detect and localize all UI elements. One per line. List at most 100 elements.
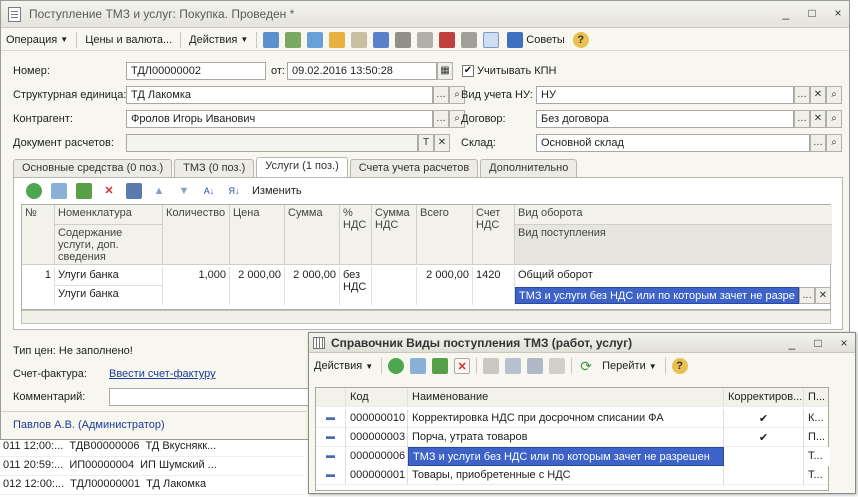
contract-search-icon[interactable]: ⌕ <box>826 110 842 128</box>
col-total[interactable]: Всего <box>417 205 473 265</box>
dialog-maximize-button[interactable]: □ <box>811 336 825 350</box>
back-icon[interactable] <box>263 31 280 48</box>
refresh-icon[interactable] <box>285 31 302 48</box>
receipt-select-button[interactable]: … <box>799 287 815 304</box>
sort-asc-icon[interactable]: А↓ <box>201 183 217 199</box>
help-icon[interactable]: ? <box>572 31 589 48</box>
comment-field[interactable] <box>109 388 309 406</box>
warehouse-select-button[interactable]: … <box>810 134 826 152</box>
delete-icon[interactable]: ✕ <box>101 183 117 199</box>
col-content[interactable]: Содержание услуги, доп. сведения <box>55 225 163 265</box>
cell-receipt[interactable]: ТМЗ и услуги без НДС или по которым заче… <box>515 287 799 304</box>
filter-off-icon[interactable] <box>549 358 566 374</box>
vat-checkbox[interactable]: ✔ <box>462 65 474 77</box>
contract-clear-icon[interactable]: ✕ <box>810 110 826 128</box>
edit-icon[interactable] <box>76 183 92 199</box>
advice-button[interactable]: Советы <box>502 30 569 50</box>
tab-additional[interactable]: Дополнительно <box>480 159 578 177</box>
tab-accounts[interactable]: Счета учета расчетов <box>349 159 479 177</box>
dt-kt-icon[interactable] <box>439 31 456 48</box>
dialog-actions-menu[interactable]: Действия ▼ <box>309 356 378 376</box>
col-vat-sum[interactable]: Сумма НДС <box>372 205 417 265</box>
goto-icon[interactable] <box>373 31 390 48</box>
print-icon[interactable] <box>351 31 368 48</box>
col-num[interactable]: № <box>22 205 55 265</box>
settlement-clear-icon[interactable]: ✕ <box>434 134 450 152</box>
minimize-button[interactable]: _ <box>779 6 793 20</box>
col-sum[interactable]: Сумма <box>285 205 340 265</box>
table-row[interactable]: ▬ 000000001 Товары, приобретенные с НДС … <box>316 466 828 485</box>
dialog-copy-icon[interactable] <box>410 358 427 374</box>
tax-select-button[interactable]: … <box>794 86 810 104</box>
contract-select-button[interactable]: … <box>794 110 810 128</box>
col-name[interactable]: Наименование <box>408 388 724 407</box>
dialog-edit-icon[interactable] <box>432 358 449 374</box>
col-receipt[interactable]: Вид поступления <box>515 225 832 265</box>
col-price[interactable]: Цена <box>230 205 285 265</box>
list-item[interactable]: 012 12:00:... ТДЛ00000001 ТД Лакомка <box>0 476 305 495</box>
col-qty[interactable]: Количество <box>163 205 230 265</box>
close-button[interactable]: × <box>831 6 845 20</box>
tax-field[interactable]: НУ <box>536 86 794 104</box>
col-nomenclature[interactable]: Номенклатура <box>55 205 163 225</box>
calendar-icon[interactable]: ▦ <box>437 62 453 80</box>
tax-search-icon[interactable]: ⌕ <box>826 86 842 104</box>
warehouse-search-icon[interactable]: ⌕ <box>826 134 842 152</box>
invoice-link[interactable]: Ввести счет-фактуру <box>109 368 216 380</box>
goto-menu[interactable]: Перейти ▼ <box>597 356 662 376</box>
col-vat-pct[interactable]: % НДС <box>340 205 372 265</box>
contract-field[interactable]: Без договора <box>536 110 794 128</box>
copy-row-icon[interactable] <box>51 183 67 199</box>
receipt-clear-icon[interactable]: ✕ <box>815 287 831 304</box>
actions-menu[interactable]: Действия ▼ <box>184 30 253 50</box>
text-format-icon[interactable] <box>483 31 500 48</box>
add-icon[interactable] <box>26 183 42 199</box>
list-item[interactable]: 011 12:00:... ТДВ00000006 ТД Вкуснякк... <box>0 438 305 457</box>
list-item[interactable]: 011 20:59:... ИП00000004 ИП Шумский ... <box>0 457 305 476</box>
col-code[interactable]: Код <box>346 388 408 407</box>
col-turnover[interactable]: Вид оборота <box>515 205 832 225</box>
dialog-minimize-button[interactable]: _ <box>785 336 799 350</box>
filter-list-icon[interactable] <box>527 358 544 374</box>
tab-services[interactable]: Услуги (1 поз.) <box>256 157 348 177</box>
report-icon[interactable] <box>461 31 478 48</box>
col-account[interactable]: Счет НДС <box>473 205 515 265</box>
horizontal-scrollbar[interactable] <box>21 310 831 324</box>
dialog-close-button[interactable]: × <box>837 336 851 350</box>
date-field[interactable]: 09.02.2016 13:50:28 <box>287 62 437 80</box>
table-row[interactable]: ▬ 000000003 Порча, утрата товаров ✔ П... <box>316 428 828 447</box>
warehouse-field[interactable]: Основной склад <box>536 134 810 152</box>
table-row-selected[interactable]: ▬ 000000006 ТМЗ и услуги без НДС или по … <box>316 447 830 466</box>
number-field[interactable]: ТДЛ00000002 <box>126 62 266 80</box>
col-p[interactable]: П... <box>804 388 830 407</box>
table-row[interactable]: ▬ 000000010 Корректировка НДС при досроч… <box>316 409 828 428</box>
operation-menu[interactable]: Операция ▼ <box>1 30 73 50</box>
copy-icon[interactable] <box>307 31 324 48</box>
unit-select-button[interactable]: … <box>433 86 449 104</box>
dialog-add-icon[interactable] <box>388 358 405 374</box>
tab-inventory[interactable]: ТМЗ (0 поз.) <box>174 159 255 177</box>
sort-desc-icon[interactable]: Я↓ <box>226 183 242 199</box>
dialog-delete-icon[interactable]: ✕ <box>454 358 471 374</box>
tax-clear-icon[interactable]: ✕ <box>810 86 826 104</box>
post-icon[interactable] <box>329 31 346 48</box>
dialog-refresh-icon[interactable]: ⟳ <box>578 358 594 374</box>
list-icon[interactable] <box>417 31 434 48</box>
filter-icon[interactable] <box>483 358 500 374</box>
unit-field[interactable]: ТД Лакомка <box>126 86 433 104</box>
prices-button[interactable]: Цены и валюта... <box>80 30 177 50</box>
settlement-type-icon[interactable]: T <box>418 134 434 152</box>
maximize-button[interactable]: □ <box>805 6 819 20</box>
move-up-icon[interactable]: ▲ <box>151 183 167 199</box>
end-edit-icon[interactable] <box>126 183 142 199</box>
tab-fixed-assets[interactable]: Основные средства (0 поз.) <box>13 159 173 177</box>
dialog-help-icon[interactable]: ? <box>671 358 688 374</box>
structure-icon[interactable] <box>395 31 412 48</box>
move-down-icon[interactable]: ▼ <box>176 183 192 199</box>
edit-button[interactable]: Изменить <box>252 185 302 197</box>
filter-value-icon[interactable] <box>505 358 522 374</box>
counterparty-field[interactable]: Фролов Игорь Иванович <box>126 110 433 128</box>
counterparty-select-button[interactable]: … <box>433 110 449 128</box>
col-correction[interactable]: Корректиров... <box>724 388 804 407</box>
settlement-field[interactable] <box>126 134 418 152</box>
